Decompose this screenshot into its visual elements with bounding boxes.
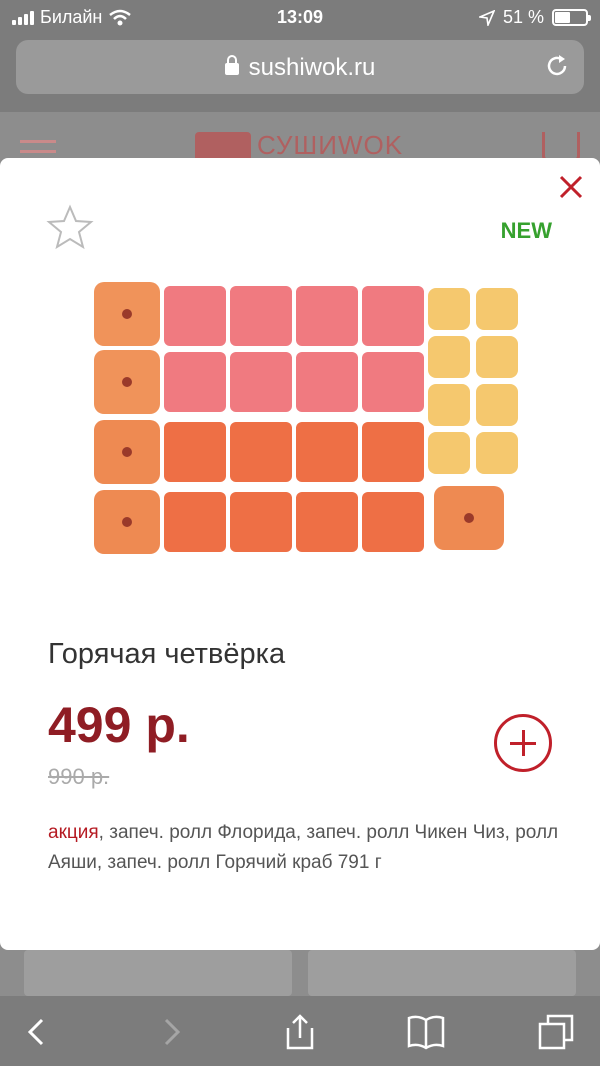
product-modal: NEW Горячая четвёрка 499 р. 990 р. акция…: [0, 158, 600, 950]
browser-toolbar: [0, 996, 600, 1066]
forward-icon[interactable]: [150, 1012, 190, 1052]
reload-icon[interactable]: [544, 53, 570, 79]
lock-icon: [224, 55, 239, 75]
logo-text: СУШИWOK: [257, 130, 404, 160]
battery-fill: [555, 12, 571, 23]
status-bar: Билайн 13:09 51 %: [0, 0, 600, 36]
address-bar[interactable]: sushiwok.ru: [16, 40, 584, 94]
add-to-cart-button[interactable]: [494, 714, 552, 772]
roll-row-4: [94, 486, 504, 554]
product-image: [94, 282, 518, 554]
roll-row-3: [94, 420, 518, 484]
product-old-price: 990 р.: [48, 764, 110, 789]
product-card-bg: [308, 950, 576, 996]
new-badge: NEW: [500, 218, 552, 243]
close-icon[interactable]: [558, 174, 584, 200]
product-card-bg: [24, 950, 292, 996]
battery-percent: 51 %: [502, 7, 544, 27]
tabs-icon[interactable]: [536, 1012, 576, 1052]
product-title: Горячая четвёрка: [48, 638, 286, 670]
status-right: 51 %: [478, 7, 591, 28]
product-description: акция, запеч. ролл Флорида, запеч. ролл …: [48, 818, 568, 878]
description-text: , запеч. ролл Флорида, запеч. ролл Чикен…: [48, 822, 559, 873]
url-text: sushiwok.ru: [248, 54, 376, 81]
browser-header: sushiwok.ru: [0, 36, 600, 112]
favorite-star-icon[interactable]: [46, 204, 94, 250]
bookmarks-icon[interactable]: [406, 1012, 446, 1052]
url-display[interactable]: sushiwok.ru: [16, 54, 584, 82]
back-icon[interactable]: [18, 1012, 58, 1052]
battery-icon: [552, 9, 591, 26]
share-icon[interactable]: [280, 1012, 320, 1052]
location-arrow-icon: [478, 9, 495, 26]
product-price: 499 р.: [48, 697, 190, 753]
promo-label: акция: [48, 822, 99, 843]
roll-row-2: [94, 336, 518, 426]
